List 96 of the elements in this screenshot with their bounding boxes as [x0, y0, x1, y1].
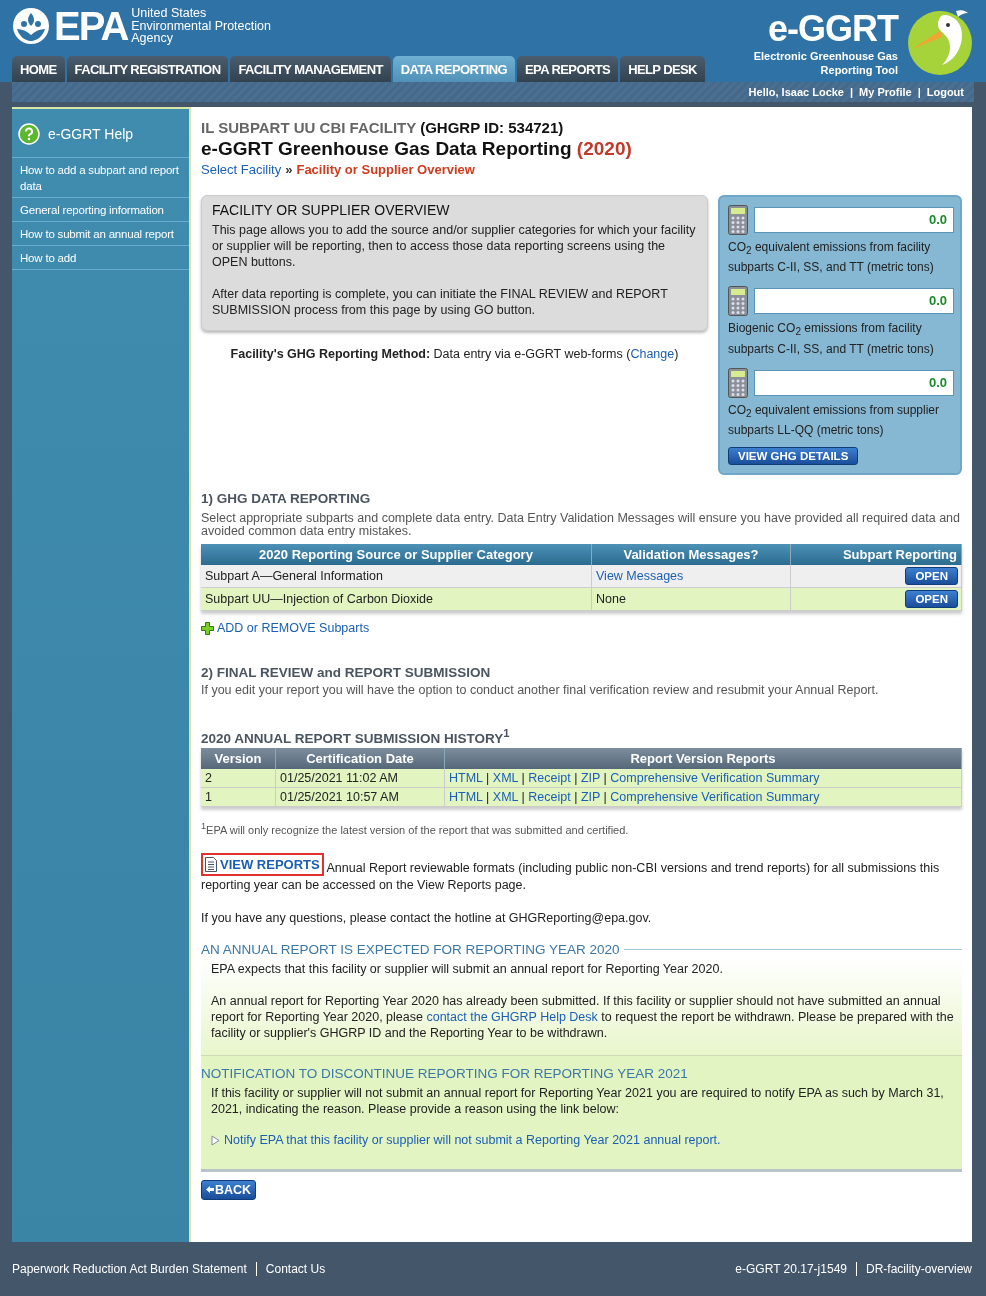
column-header: 2020 Reporting Source or Supplier Category: [201, 544, 592, 566]
tool-logo-text: e-GGRT: [768, 7, 898, 49]
section-heading: AN ANNUAL REPORT IS EXPECTED FOR REPORTING YEAR 2020: [201, 942, 620, 958]
emissions-value-field: 0.0: [754, 288, 954, 315]
separator-text: |: [850, 86, 854, 98]
epa-emblem-icon: [12, 7, 50, 45]
footer-text: DR-facility-overview: [856, 1262, 972, 1276]
nav-tab[interactable]: EPA REPORTS: [517, 56, 619, 82]
open-button[interactable]: OPEN: [905, 567, 958, 586]
section-heading: 2) FINAL REVIEW and REPORT SUBMISSION: [201, 665, 492, 681]
separator-text: |: [573, 770, 579, 785]
emissions-label: Biogenic CO$_{2}$ emissions from facility subparts C-II, SS, and TT (metric tons): [728, 320, 935, 358]
reporting-method-text: Facility's GHG Reporting Method: Data entry via e-GGRT web-forms (Change): [229, 347, 680, 361]
breadcrumb-current: Facility or Supplier Overview: [296, 162, 475, 177]
separator-text: |: [520, 770, 526, 785]
table-cell: 1: [201, 787, 276, 807]
report-link[interactable]: XML: [492, 770, 519, 785]
agency-name-text: United States: [131, 7, 208, 20]
report-link[interactable]: Receipt: [528, 770, 571, 785]
nav-tab[interactable]: FACILITY REGISTRATION: [66, 56, 229, 82]
arrow-left-icon: [206, 1185, 214, 1195]
emissions-label: CO$_{2}$ equivalent emissions from facility subparts C-II, SS, and TT (metric tons): [728, 239, 935, 277]
greeting-text: Hello, Isaac Locke: [748, 86, 844, 98]
nav-tab[interactable]: HOME: [12, 56, 65, 82]
view-reports-text: VIEW REPORTS Annual Report reviewable formats (including public non-CBI versions and trend reports) for all submissions this reporting year can be accessed on the View Reports page.: [201, 853, 962, 895]
calculator-icon: [728, 286, 748, 317]
section-heading: NOTIFICATION TO DISCONTINUE REPORTING FOR REPORTING YEAR 2021: [201, 1066, 688, 1082]
view-reports-link[interactable]: VIEW REPORTS: [201, 853, 324, 877]
tool-name-text: Electronic Greenhouse Gas: [753, 49, 898, 63]
triangle-icon: [211, 1134, 220, 1146]
overview-title: FACILITY OR SUPPLIER OVERVIEW: [212, 202, 451, 218]
expected-text: EPA expects that this facility or supplier will submit an annual report for Reporting Year 2020.: [211, 961, 724, 978]
column-header: Report Version Reports: [444, 747, 962, 769]
overview-text: After data reporting is complete, you can initiate the FINAL REVIEW and REPORT SUBMISSION process from this page by using GO button.: [212, 286, 669, 318]
emissions-value-field: 0.0: [754, 369, 954, 396]
calculator-icon: [728, 367, 748, 398]
report-link[interactable]: ZIP: [580, 789, 601, 804]
column-header: Validation Messages?: [591, 544, 791, 566]
table-cell: Subpart UU—Injection of Carbon Dioxide: [201, 587, 592, 611]
separator-text: |: [602, 770, 608, 785]
footer-link[interactable]: Contact Us: [255, 1262, 326, 1276]
separator-text: |: [520, 789, 526, 804]
section-heading: 1) GHG DATA REPORTING: [201, 491, 372, 507]
report-link[interactable]: ZIP: [580, 770, 601, 785]
facility-title: IL SUBPART UU CBI FACILITY (GHGRP ID: 534721): [201, 119, 565, 136]
add-remove-link[interactable]: ADD or REMOVE Subparts: [201, 621, 962, 636]
help-desk-link[interactable]: contact the GHGRP Help Desk: [426, 1010, 598, 1025]
section-heading: 2020 ANNUAL REPORT SUBMISSION HISTORY$^{1}$: [201, 727, 511, 746]
document-icon: [205, 857, 217, 873]
tool-name-text: Reporting Tool: [820, 63, 898, 77]
emissions-value-field: 0.0: [754, 207, 954, 233]
back-button[interactable]: BACK: [201, 1179, 257, 1200]
report-link[interactable]: XML: [492, 789, 519, 804]
nav-tab[interactable]: HELP DESK: [620, 56, 705, 82]
expected-note-text: An annual report for Reporting Year 2020 has already been submitted. If this facility or supplier should not have submitted an annual report for Reporting Year 2020, please contact the GHGRP Help Desk to request the report be withdrawn. Please be prepared with the facility or supplier's GHGRP ID and the Reporting Year to be withdrawn.: [211, 993, 955, 1042]
nav-tab[interactable]: FACILITY MANAGEMENT: [230, 56, 391, 82]
report-link[interactable]: HTML: [449, 789, 483, 804]
separator-text: |: [485, 789, 491, 804]
report-link[interactable]: HTML: [449, 770, 483, 785]
footnote-text: $^{1}$EPA will only recognize the latest version of the report that was submitted and certified.: [201, 820, 630, 836]
overview-text: This page allows you to add the source and/or supplier categories for which your facility or supplier will be reporting, then to access those data reporting screens using the OPEN buttons.: [212, 222, 697, 270]
report-link[interactable]: Comprehensive Verification Summary: [610, 789, 820, 804]
column-header: Version: [201, 747, 276, 769]
breadcrumb-separator: »: [285, 162, 293, 177]
breadcrumb-link[interactable]: Select Facility: [201, 162, 282, 177]
epa-logo-text: EPA: [54, 6, 128, 46]
user-link[interactable]: My Profile: [859, 86, 912, 98]
separator-text: |: [573, 789, 579, 804]
agency-name-text: Environmental Protection: [131, 19, 271, 33]
open-button[interactable]: OPEN: [905, 590, 958, 609]
section-description: If you edit your report you will have the option to conduct another final verification review and resubmit your Annual Report.: [201, 684, 880, 698]
contact-text: If you have any questions, please contact the hotline at GHGReporting@epa.gov.: [201, 910, 653, 927]
user-link[interactable]: Logout: [926, 86, 964, 98]
section-description: Select appropriate subparts and complete data entry. Data Entry Validation Messages will ensure you have provided all required data and avoided common data entry mistakes.: [201, 512, 961, 539]
sidebar-title: e-GGRT Help: [48, 126, 134, 142]
discontinue-text: If this facility or supplier will not submit an annual report for Reporting Year 2021 you are required to notify EPA as such by March 31, 2021, indicating the reason. Please provide a reason using the link below:: [211, 1085, 945, 1118]
column-header: Subpart Reporting: [790, 544, 962, 566]
validation-text: None: [596, 592, 626, 607]
report-link[interactable]: Comprehensive Verification Summary: [610, 770, 820, 785]
separator-text: |: [602, 789, 608, 804]
separator-text: |: [917, 86, 921, 98]
view-ghg-details-button[interactable]: VIEW GHG DETAILS: [728, 447, 859, 466]
footer-link[interactable]: Paperwork Reduction Act Burden Statement: [12, 1262, 256, 1276]
plus-icon: [201, 621, 214, 635]
report-link[interactable]: Receipt: [528, 789, 571, 804]
footer-text: e-GGRT 20.17-j1549: [735, 1262, 848, 1276]
agency-name-text: Agency: [131, 32, 174, 45]
notify-link[interactable]: Notify EPA that this facility or supplier will not submit a Reporting Year 2021 annual report.: [211, 1133, 721, 1148]
table-cell: Subpart A—General Information: [201, 565, 592, 588]
change-link[interactable]: Change: [630, 347, 675, 361]
calculator-icon: [728, 205, 748, 235]
page-title: e-GGRT Greenhouse Gas Data Reporting (2020): [201, 138, 633, 160]
column-header: Certification Date: [275, 747, 445, 769]
separator-text: |: [485, 770, 491, 785]
emissions-label: CO$_{2}$ equivalent emissions from supplier subparts LL-QQ (metric tons): [728, 401, 940, 440]
help-icon: [18, 123, 40, 145]
